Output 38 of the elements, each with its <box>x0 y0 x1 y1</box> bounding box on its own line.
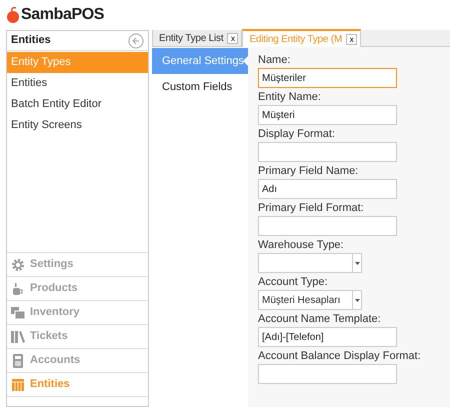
close-button[interactable]: x <box>346 34 358 44</box>
input-field[interactable] <box>258 364 397 384</box>
table-icon <box>11 378 25 392</box>
sidebar-item[interactable]: Batch Entity Editor <box>7 94 148 115</box>
field-label: Primary Field Name: <box>258 164 360 179</box>
cup-icon <box>11 282 25 296</box>
input-field[interactable]: Müşteri <box>258 105 397 125</box>
back-icon[interactable] <box>128 32 144 48</box>
input-field[interactable] <box>258 216 397 236</box>
close-button[interactable]: x <box>227 32 238 44</box>
input-field[interactable]: Adı <box>258 179 397 199</box>
dropdown[interactable] <box>258 253 362 273</box>
field-label: Account Type: <box>258 275 329 290</box>
boxes-icon <box>11 306 25 320</box>
tab[interactable]: Entity Type List x <box>152 30 242 46</box>
panel-title: Entities <box>11 33 51 48</box>
field-label: Account Balance Display Format: <box>258 349 422 364</box>
logo-icon <box>6 7 20 23</box>
field-label: Primary Field Format: <box>258 201 365 216</box>
section-tab[interactable]: Custom Fields <box>152 74 248 100</box>
tab[interactable]: Editing Entity Type (M x <box>242 29 362 47</box>
gear-icon <box>11 258 25 272</box>
caret-icon <box>354 262 360 264</box>
calculator-icon <box>11 354 25 368</box>
input-field[interactable]: [Adı]-[Telefon] <box>258 327 397 347</box>
sidebar-item[interactable]: Entities <box>7 73 148 94</box>
logo-text: SambaPOS <box>21 5 104 25</box>
field-label: Warehouse Type: <box>258 238 345 253</box>
sidebar-item[interactable]: Entity Screens <box>7 115 148 136</box>
input-field[interactable]: Müşteriler <box>258 68 397 88</box>
dropdown[interactable]: Müşteri Hesapları <box>258 290 362 310</box>
caret-icon <box>354 298 360 302</box>
field-label: Display Format: <box>258 127 336 142</box>
field-label: Entity Name: <box>258 90 322 105</box>
field-label: Account Name Template: <box>258 312 382 327</box>
books-icon <box>11 330 25 344</box>
input-field[interactable] <box>258 142 397 162</box>
field-label: Name: <box>258 53 292 68</box>
